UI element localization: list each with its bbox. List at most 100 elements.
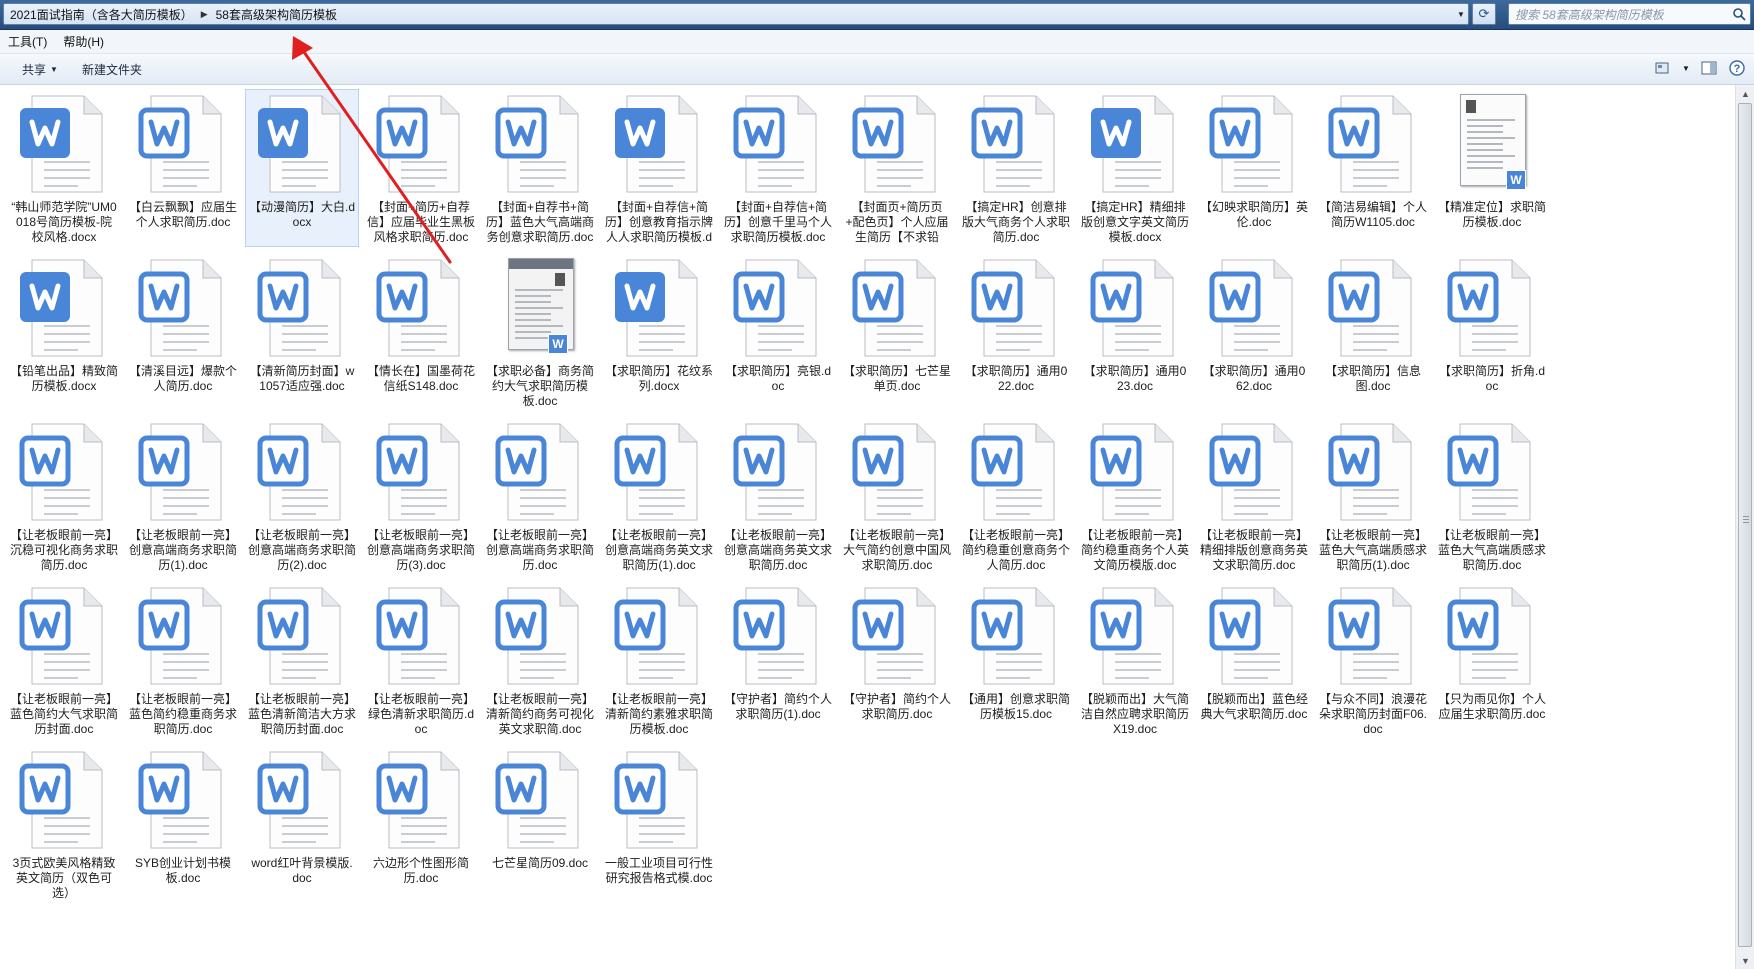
file-item[interactable]: word红叶背景模版.doc xyxy=(245,745,359,903)
change-view-button[interactable] xyxy=(1652,58,1674,78)
file-item[interactable]: 【搞定HR】精细排版创意文字英文简历模板.docx xyxy=(1078,89,1192,247)
file-item[interactable]: 【清新简历封面】w1057适应强.doc xyxy=(245,253,359,411)
search-icon[interactable] xyxy=(1732,7,1746,21)
file-item[interactable]: 【封面+简历+自荐信】应届毕业生黑板风格求职简历.doc xyxy=(364,89,478,247)
file-item[interactable]: 【求职简历】通用023.doc xyxy=(1078,253,1192,411)
file-item[interactable]: 【让老板眼前一亮】清新简约商务可视化英文求职简.doc xyxy=(483,581,597,739)
file-item[interactable]: 【让老板眼前一亮】创意高端商务英文求职简历(1).doc xyxy=(602,417,716,575)
file-item[interactable]: 【通用】创意求职简历模板15.doc xyxy=(959,581,1073,739)
word-document-icon xyxy=(494,748,586,852)
file-item[interactable]: 【让老板眼前一亮】蓝色简约大气求职简历封面.doc xyxy=(7,581,121,739)
preview-pane-button[interactable] xyxy=(1698,58,1720,78)
file-item[interactable]: 【封面+自荐信+简历】创意教育指示牌人人求职简历模板.docx xyxy=(602,89,716,247)
file-name: 【让老板眼前一亮】清新简约素雅求职简历模板.doc xyxy=(605,692,713,736)
file-item[interactable]: 【求职简历】亮银.doc xyxy=(721,253,835,411)
file-item[interactable]: 【让老板眼前一亮】蓝色大气高端质感求职简历.doc xyxy=(1435,417,1549,575)
file-name: 【守护者】简约个人求职简历(1).doc xyxy=(724,692,832,721)
file-item[interactable]: 【铅笔出品】精致简历模板.docx xyxy=(7,253,121,411)
breadcrumb-item-current[interactable]: 58套高级架构简历模板 xyxy=(210,6,343,23)
file-item[interactable]: 【让老板眼前一亮】创意高端商务求职简历(1).doc xyxy=(126,417,240,575)
file-item[interactable]: 【求职简历】七芒星单页.doc xyxy=(840,253,954,411)
word-document-icon xyxy=(613,256,705,360)
word-document-icon xyxy=(1089,256,1181,360)
file-item[interactable]: 【封面页+简历页+配色页】个人应届生简历【不求铅华】.doc xyxy=(840,89,954,247)
chevron-down-icon: ▼ xyxy=(50,64,58,74)
file-item[interactable]: 【让老板眼前一亮】蓝色清新简洁大方求职简历封面.doc xyxy=(245,581,359,739)
file-item[interactable]: 【让老板眼前一亮】简约稳重创意商务个人简历.doc xyxy=(959,417,1073,575)
view-dropdown-button[interactable]: ▼ xyxy=(1680,58,1692,78)
file-name: 【精准定位】求职简历模板.doc xyxy=(1438,200,1546,229)
file-item[interactable]: 【守护者】简约个人求职简历(1).doc xyxy=(721,581,835,739)
breadcrumb-item[interactable]: 2021面试指南（含各大简历模板） xyxy=(4,6,199,23)
file-item[interactable]: 【让老板眼前一亮】创意高端商务英文求职简历.doc xyxy=(721,417,835,575)
file-list-area[interactable]: “韩山师范学院”UM0018号简历模板-院校风格.docx 【白云飘飘】应届生个人… xyxy=(0,85,1735,969)
file-item[interactable]: W 【求职必备】商务简约大气求职简历模板.doc xyxy=(483,253,597,411)
breadcrumb-separator-icon[interactable]: ▶ xyxy=(199,9,210,20)
file-item[interactable]: 【求职简历】信息图.doc xyxy=(1316,253,1430,411)
file-item[interactable]: 【让老板眼前一亮】创意高端商务求职简历(2).doc xyxy=(245,417,359,575)
file-item[interactable]: 【情长在】国墨荷花信纸S148.doc xyxy=(364,253,478,411)
file-item[interactable]: 【幻映求职简历】英伦.doc xyxy=(1197,89,1311,247)
help-button[interactable]: ? xyxy=(1726,58,1748,78)
word-document-icon xyxy=(1327,420,1419,524)
file-item[interactable]: SYB创业计划书模板.doc xyxy=(126,745,240,903)
file-item[interactable]: 【求职简历】通用062.doc xyxy=(1197,253,1311,411)
file-grid: “韩山师范学院”UM0018号简历模板-院校风格.docx 【白云飘飘】应届生个人… xyxy=(7,89,1554,909)
file-item[interactable]: 七芒星简历09.doc xyxy=(483,745,597,903)
word-document-icon xyxy=(1208,420,1300,524)
file-item[interactable]: 【动漫简历】大白.docx xyxy=(245,89,359,247)
file-item[interactable]: 【让老板眼前一亮】沉稳可视化商务求职简历.doc xyxy=(7,417,121,575)
file-item[interactable]: 一般工业项目可行性研究报告格式模.doc xyxy=(602,745,716,903)
word-document-icon xyxy=(494,584,586,688)
refresh-button[interactable]: ⟳ xyxy=(1472,3,1496,25)
scroll-up-icon[interactable]: ▲ xyxy=(1736,85,1754,102)
file-item[interactable]: 六边形个性图形简历.doc xyxy=(364,745,478,903)
scrollbar-thumb[interactable] xyxy=(1738,103,1752,947)
file-item[interactable]: 【白云飘飘】应届生个人求职简历.doc xyxy=(126,89,240,247)
word-document-icon xyxy=(375,256,467,360)
file-item[interactable]: 3页式欧美风格精致英文简历（双色可选） xyxy=(7,745,121,903)
file-item[interactable]: 【与众不同】浪漫花朵求职简历封面F06.doc xyxy=(1316,581,1430,739)
file-item[interactable]: 【求职简历】通用022.doc xyxy=(959,253,1073,411)
file-name: 【脱颖而出】大气简洁自然应聘求职简历X19.doc xyxy=(1081,692,1189,736)
file-name: 【让老板眼前一亮】精细排版创意商务英文求职简历.doc xyxy=(1200,528,1308,572)
word-document-icon xyxy=(137,584,229,688)
file-item[interactable]: 【搞定HR】创意排版大气商务个人求职简历.doc xyxy=(959,89,1073,247)
file-name: 【脱颖而出】蓝色经典大气求职简历.doc xyxy=(1200,692,1308,721)
file-item[interactable]: “韩山师范学院”UM0018号简历模板-院校风格.docx xyxy=(7,89,121,247)
file-item[interactable]: 【让老板眼前一亮】精细排版创意商务英文求职简历.doc xyxy=(1197,417,1311,575)
file-item[interactable]: 【让老板眼前一亮】绿色清新求职简历.doc xyxy=(364,581,478,739)
file-item[interactable]: 【求职简历】花纹系列.docx xyxy=(602,253,716,411)
file-item[interactable]: 【只为雨见你】个人应届生求职简历.doc xyxy=(1435,581,1549,739)
new-folder-button[interactable]: 新建文件夹 xyxy=(70,61,154,78)
file-name: 【封面+自荐书+简历】蓝色大气高端商务创意求职简历.doc xyxy=(486,200,594,244)
file-item[interactable]: 【让老板眼前一亮】蓝色大气高端质感求职简历(1).doc xyxy=(1316,417,1430,575)
file-item[interactable]: 【清溪目远】爆款个人简历.doc xyxy=(126,253,240,411)
file-item[interactable]: 【让老板眼前一亮】大气简约创意中国风求职简历.doc xyxy=(840,417,954,575)
file-item[interactable]: W 【精准定位】求职简历模板.doc xyxy=(1435,89,1549,247)
file-item[interactable]: 【让老板眼前一亮】创意高端商务求职简历(3).doc xyxy=(364,417,478,575)
file-name: 【情长在】国墨荷花信纸S148.doc xyxy=(367,364,475,393)
search-input[interactable]: 搜索 58套高级架构简历模板 xyxy=(1508,3,1751,25)
scroll-down-icon[interactable]: ▼ xyxy=(1736,952,1754,969)
file-item[interactable]: 【让老板眼前一亮】创意高端商务求职简历.doc xyxy=(483,417,597,575)
menu-tools[interactable]: 工具(T) xyxy=(0,33,55,50)
file-item[interactable]: 【封面+自荐书+简历】蓝色大气高端商务创意求职简历.doc xyxy=(483,89,597,247)
word-document-icon xyxy=(970,584,1062,688)
file-item[interactable]: 【求职简历】折角.doc xyxy=(1435,253,1549,411)
file-item[interactable]: 【让老板眼前一亮】清新简约素雅求职简历模板.doc xyxy=(602,581,716,739)
share-button[interactable]: 共享 ▼ xyxy=(10,61,70,78)
file-item[interactable]: 【让老板眼前一亮】蓝色简约稳重商务求职简历.doc xyxy=(126,581,240,739)
vertical-scrollbar[interactable]: ▲ ▼ xyxy=(1735,85,1754,969)
file-item[interactable]: 【简洁易编辑】个人简历W1105.doc xyxy=(1316,89,1430,247)
menu-help[interactable]: 帮助(H) xyxy=(55,33,112,50)
address-dropdown-icon[interactable]: ▼ xyxy=(1454,4,1468,24)
file-item[interactable]: 【守护者】简约个人求职简历.doc xyxy=(840,581,954,739)
address-bar[interactable]: 2021面试指南（含各大简历模板） ▶ 58套高级架构简历模板 ▼ xyxy=(3,3,1469,25)
file-item[interactable]: 【让老板眼前一亮】简约稳重商务个人英文简历模版.doc xyxy=(1078,417,1192,575)
word-document-icon xyxy=(18,420,110,524)
file-name: 【幻映求职简历】英伦.doc xyxy=(1200,200,1308,229)
file-item[interactable]: 【脱颖而出】大气简洁自然应聘求职简历X19.doc xyxy=(1078,581,1192,739)
file-item[interactable]: 【脱颖而出】蓝色经典大气求职简历.doc xyxy=(1197,581,1311,739)
file-item[interactable]: 【封面+自荐信+简历】创意千里马个人求职简历模板.doc xyxy=(721,89,835,247)
